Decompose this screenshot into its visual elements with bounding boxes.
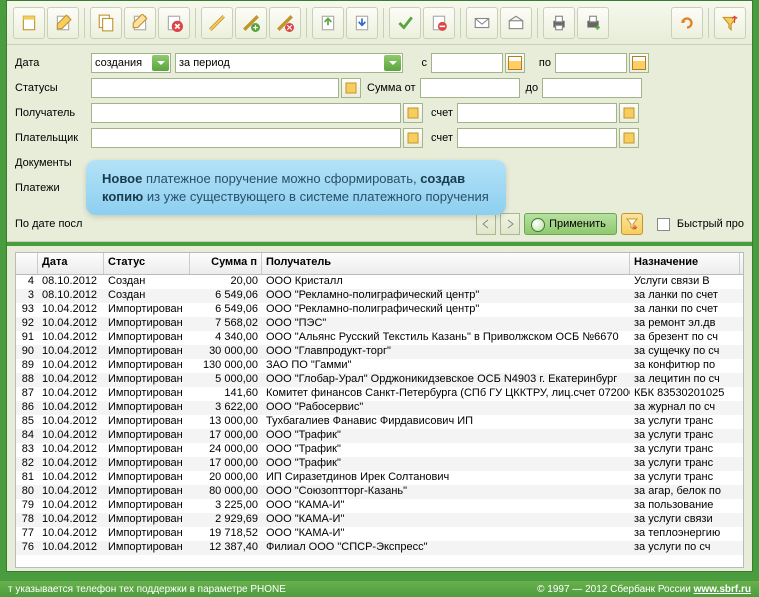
hdr-status[interactable]: Статус [104,253,190,274]
cal-to-icon[interactable] [629,53,649,73]
tb-sep [84,8,85,38]
tb-sep [383,8,384,38]
recip-acct-label: счет [431,107,453,119]
period-select[interactable]: за период [175,53,403,73]
hdr-date[interactable]: Дата [38,253,104,274]
tb-mail-open[interactable] [500,7,532,39]
date-from-input[interactable] [431,53,503,73]
tb-sign-del[interactable] [269,7,301,39]
status-lookup-icon[interactable] [341,78,361,98]
table-row[interactable]: 9010.04.2012Импортирован30 000,00ООО "Гл… [16,345,743,359]
tb-sep [708,8,709,38]
fast-checkbox[interactable] [657,218,670,231]
tb-copy[interactable] [90,7,122,39]
sumto-label: до [526,82,539,94]
payer-lookup-icon[interactable] [403,128,423,148]
table-row[interactable]: 308.10.2012Создан6 549,06ООО "Рекламно-п… [16,289,743,303]
table-row[interactable]: 8810.04.2012Импортирован5 000,00ООО "Гло… [16,373,743,387]
apply-button[interactable]: Применить [524,213,617,235]
date-to-input[interactable] [555,53,627,73]
table-row[interactable]: 7910.04.2012Импортирован3 225,00ООО "КАМ… [16,499,743,513]
recip-acct-lookup[interactable] [619,103,639,123]
tb-new[interactable] [13,7,45,39]
tb-refresh[interactable] [671,7,703,39]
table-row[interactable]: 8110.04.2012Импортирован20 000,00ИП Сира… [16,471,743,485]
sb-left: т указывается телефон тех поддержки в па… [8,584,286,595]
tb-sep [195,8,196,38]
tb-filter[interactable] [714,7,746,39]
payer-acct-label: счет [431,132,453,144]
table-row[interactable]: 9110.04.2012Импортирован4 340,00ООО "Аль… [16,331,743,345]
fast-label: Быстрый про [677,218,744,230]
hdr-purpose[interactable]: Назначение [630,253,740,274]
sum-to-input[interactable] [542,78,642,98]
tb-check[interactable] [389,7,421,39]
docs-label: Документы [15,157,91,169]
tb-sep [537,8,538,38]
table-row[interactable]: 8310.04.2012Импортирован24 000,00ООО "Тр… [16,443,743,457]
date-label: Дата [15,57,91,69]
tb-edit[interactable] [47,7,79,39]
table-row[interactable]: 408.10.2012Создан20,00ООО КристаллУслуги… [16,275,743,289]
date-type-select[interactable]: создания [91,53,171,73]
table-row[interactable]: 8710.04.2012Импортирован141,60Комитет фи… [16,387,743,401]
recip-acct-input[interactable] [457,103,617,123]
scroll-left-btn[interactable] [476,213,496,235]
hdr-sum[interactable]: Сумма п [190,253,262,274]
payments-label: Платежи [15,182,91,194]
status-label: Статусы [15,82,91,94]
table-row[interactable]: 7610.04.2012Импортирован12 387,40Филиал … [16,541,743,555]
tb-delete[interactable] [158,7,190,39]
sumfrom-label: Сумма от [367,82,416,94]
tb-print-list[interactable] [577,7,609,39]
tb-export[interactable] [346,7,378,39]
tb-reject[interactable] [423,7,455,39]
tb-sep [306,8,307,38]
sum-from-input[interactable] [420,78,520,98]
table-row[interactable]: 9210.04.2012Импортирован7 568,02ООО "ПЭС… [16,317,743,331]
payer-acct-input[interactable] [457,128,617,148]
payments-grid: Дата Статус Сумма п Получатель Назначени… [15,252,744,568]
payer-label: Плательщик [15,132,91,144]
tb-sep [460,8,461,38]
recip-lookup-icon[interactable] [403,103,423,123]
table-row[interactable]: 8010.04.2012Импортирован80 000,00ООО "Со… [16,485,743,499]
payer-acct-lookup[interactable] [619,128,639,148]
table-row[interactable]: 8910.04.2012Импортирован130 000,00ЗАО ПО… [16,359,743,373]
table-row[interactable]: 8610.04.2012Импортирован3 622,00ООО "Раб… [16,401,743,415]
recipient-input[interactable] [91,103,401,123]
sb-right: © 1997 — 2012 Сбербанк России www.sbrf.r… [537,584,751,595]
hdr-num[interactable] [16,253,38,274]
table-row[interactable]: 8210.04.2012Импортирован17 000,00ООО "Тр… [16,457,743,471]
tb-print[interactable] [543,7,575,39]
to-label: по [525,57,555,69]
table-row[interactable]: 9310.04.2012Импортирован6 549,06ООО "Рек… [16,303,743,317]
table-row[interactable]: 8510.04.2012Импортирован13 000,00Тухбага… [16,415,743,429]
status-input[interactable] [91,78,339,98]
table-row[interactable]: 7810.04.2012Импортирован2 929,69ООО "КАМ… [16,513,743,527]
grid-header: Дата Статус Сумма п Получатель Назначени… [16,253,743,275]
hdr-recipient[interactable]: Получатель [262,253,630,274]
tb-docedit[interactable] [124,7,156,39]
table-row[interactable]: 7710.04.2012Импортирован19 718,52ООО "КА… [16,527,743,541]
reset-filter-btn[interactable] [621,213,643,235]
grid-body[interactable]: 408.10.2012Создан20,00ООО КристаллУслуги… [16,275,743,567]
tb-sign[interactable] [201,7,233,39]
main-toolbar [7,1,752,45]
tb-import[interactable] [312,7,344,39]
hint-balloon: Новое платежное поручение можно сформиро… [86,160,506,215]
scroll-right-btn[interactable] [500,213,520,235]
cal-from-icon[interactable] [505,53,525,73]
sort-label: По дате посл [15,218,82,230]
recipient-label: Получатель [15,107,91,119]
payer-input[interactable] [91,128,401,148]
tb-sign-add[interactable] [235,7,267,39]
from-label: с [403,57,431,69]
table-row[interactable]: 8410.04.2012Импортирован17 000,00ООО "Тр… [16,429,743,443]
statusbar: т указывается телефон тех поддержки в па… [0,581,759,597]
tb-mail[interactable] [466,7,498,39]
